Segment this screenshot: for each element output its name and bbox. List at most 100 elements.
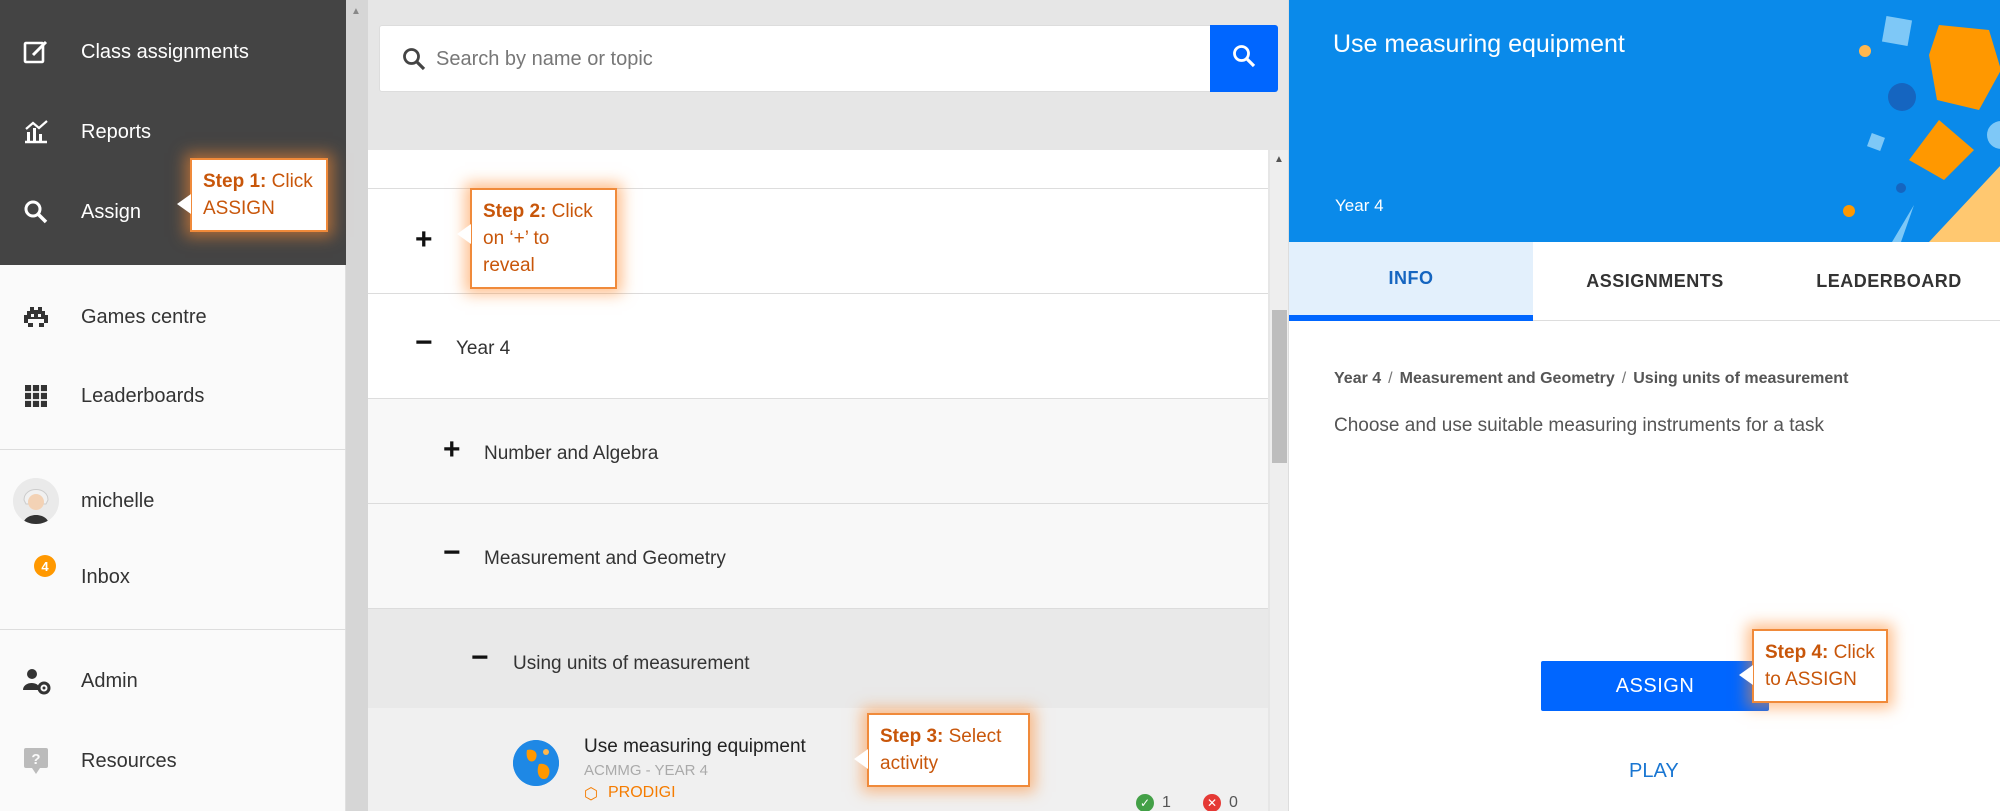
callout-text: on ‘+’ to reveal [483, 228, 550, 276]
user-gear-icon [21, 666, 51, 696]
sidebar-item-profile[interactable]: michelle [0, 471, 346, 531]
sidebar-item-label: Inbox [81, 565, 130, 588]
activity-item[interactable]: Use measuring equipment ACMMG - YEAR 4 ⬡… [368, 708, 1268, 811]
tree-row-label: Measurement and Geometry [484, 548, 726, 569]
breadcrumb-item[interactable]: Year 4 [1334, 370, 1381, 387]
play-button[interactable]: PLAY [1629, 760, 1679, 783]
grid-icon [21, 381, 51, 411]
collapse-toggle[interactable]: − [415, 328, 433, 358]
cross-icon: ✕ [1203, 794, 1221, 811]
correct-count-value: 1 [1162, 794, 1171, 811]
search-icon [402, 47, 426, 76]
search-input[interactable] [436, 40, 1136, 78]
callout-text: to ASSIGN [1765, 669, 1857, 690]
breadcrumb-item[interactable]: Measurement and Geometry [1400, 370, 1615, 387]
callout-step-1: Step 1: Click ASSIGN [177, 158, 328, 232]
sidebar: Class assignments Reports Assign Games c… [0, 0, 346, 811]
wrong-count: ✕ 0 [1203, 794, 1238, 811]
callout-text: ASSIGN [203, 198, 275, 219]
callout-step-label: Step 3: [880, 726, 944, 747]
tab-info[interactable]: INFO [1289, 242, 1533, 321]
tree-row-label: Year 4 [456, 338, 511, 359]
svg-text:?: ? [31, 751, 40, 768]
breadcrumb-item[interactable]: Using units of measurement [1633, 370, 1848, 387]
tree-row-year[interactable]: − Year 4 [368, 294, 1268, 399]
callout-text: Click [546, 201, 593, 222]
help-icon: ? [21, 746, 51, 776]
sidebar-item-label: Assign [81, 200, 142, 223]
scrollbar-thumb[interactable] [1272, 310, 1287, 463]
check-icon: ✓ [1136, 794, 1154, 811]
tab-assignments[interactable]: ASSIGNMENTS [1533, 242, 1777, 321]
activity-detail-year: Year 4 [1335, 196, 1384, 215]
sidebar-item-games-centre[interactable]: Games centre [0, 287, 346, 347]
search-icon [21, 197, 51, 227]
callout-step-label: Step 2: [483, 201, 547, 222]
tree-row-substrand[interactable]: − Using units of measurement [368, 609, 1268, 714]
tree-row-strand[interactable]: − Measurement and Geometry [368, 504, 1268, 609]
sidebar-item-class-assignments[interactable]: Class assignments [0, 22, 346, 82]
correct-count: ✓ 1 [1136, 794, 1171, 811]
detail-tabs: INFO ASSIGNMENTS LEADERBOARD [1289, 242, 2000, 321]
prodigi-logo-icon: ⬡ [584, 786, 598, 803]
collapse-toggle[interactable]: − [443, 538, 461, 568]
sidebar-item-label: michelle [81, 489, 155, 512]
expand-toggle[interactable]: + [415, 225, 433, 255]
sidebar-item-label: Games centre [81, 305, 207, 328]
search-bar [379, 25, 1278, 92]
callout-text: Click [266, 171, 313, 192]
tree-row-strand[interactable]: + Number and Algebra [368, 399, 1268, 504]
callout-text: Click [1828, 642, 1875, 663]
tree-row-label: Using units of measurement [513, 653, 750, 674]
activity-subtitle: ACMMG - YEAR 4 [584, 762, 708, 779]
activity-description: Choose and use suitable measuring instru… [1334, 415, 1825, 436]
sidebar-scrollbar[interactable]: ▲ [346, 0, 368, 811]
breadcrumb-separator: / [1388, 370, 1393, 387]
sidebar-item-admin[interactable]: Admin [0, 651, 346, 711]
avatar [13, 478, 59, 524]
collapse-toggle[interactable]: − [471, 643, 489, 673]
callout-pointer [1739, 665, 1753, 685]
sidebar-item-resources[interactable]: ? Resources [0, 731, 346, 791]
sidebar-item-reports[interactable]: Reports [0, 102, 346, 162]
tab-leaderboard[interactable]: LEADERBOARD [1777, 242, 2000, 321]
expand-toggle[interactable]: + [443, 435, 461, 465]
sidebar-item-label: Class assignments [81, 40, 249, 63]
callout-pointer [177, 194, 191, 214]
callout-pointer [457, 224, 471, 244]
scroll-up-icon[interactable]: ▲ [1274, 154, 1284, 165]
sidebar-item-label: Reports [81, 120, 152, 143]
list-item [368, 150, 1268, 189]
edit-square-icon [21, 37, 51, 67]
callout-step-2: Step 2: Click on ‘+’ to reveal [457, 188, 617, 289]
scroll-up-icon[interactable]: ▲ [351, 6, 361, 17]
sidebar-item-inbox[interactable]: 4 Inbox [0, 547, 346, 607]
assign-button[interactable]: ASSIGN [1541, 661, 1769, 711]
sidebar-divider [0, 629, 346, 630]
sidebar-item-leaderboards[interactable]: Leaderboards [0, 366, 346, 426]
sidebar-item-label: Admin [81, 669, 138, 692]
activity-title: Use measuring equipment [584, 736, 806, 757]
callout-pointer [854, 749, 868, 769]
callout-text: Select [943, 726, 1002, 747]
bar-chart-icon [21, 117, 51, 147]
inbox-count-badge: 4 [34, 555, 56, 577]
tree-scrollbar[interactable]: ▲ [1270, 150, 1288, 811]
tree-row-label: Number and Algebra [484, 443, 659, 464]
search-button[interactable] [1210, 25, 1278, 92]
callout-step-3: Step 3: Select activity [854, 713, 1030, 787]
sidebar-item-label: Leaderboards [81, 384, 205, 407]
callout-step-label: Step 4: [1765, 642, 1829, 663]
breadcrumb-separator: / [1621, 370, 1627, 387]
catalog-panel: + − Year 4 + Number and Algebra − Measur… [368, 0, 1288, 811]
activity-detail-title: Use measuring equipment [1333, 30, 1625, 58]
callout-step-4: Step 4: Click to ASSIGN [1739, 629, 1888, 703]
callout-text: activity [880, 753, 939, 774]
breadcrumb: Year 4 / Measurement and Geometry / Using un… [1334, 370, 1848, 388]
space-invader-icon [21, 302, 51, 332]
activity-detail-panel: Use measuring equipment Year 4 INFO ASSI… [1288, 0, 2000, 811]
wrong-count-value: 0 [1229, 794, 1238, 811]
sidebar-divider [0, 449, 346, 450]
globe-icon [513, 740, 559, 786]
activity-hero: Use measuring equipment Year 4 [1289, 0, 2000, 242]
